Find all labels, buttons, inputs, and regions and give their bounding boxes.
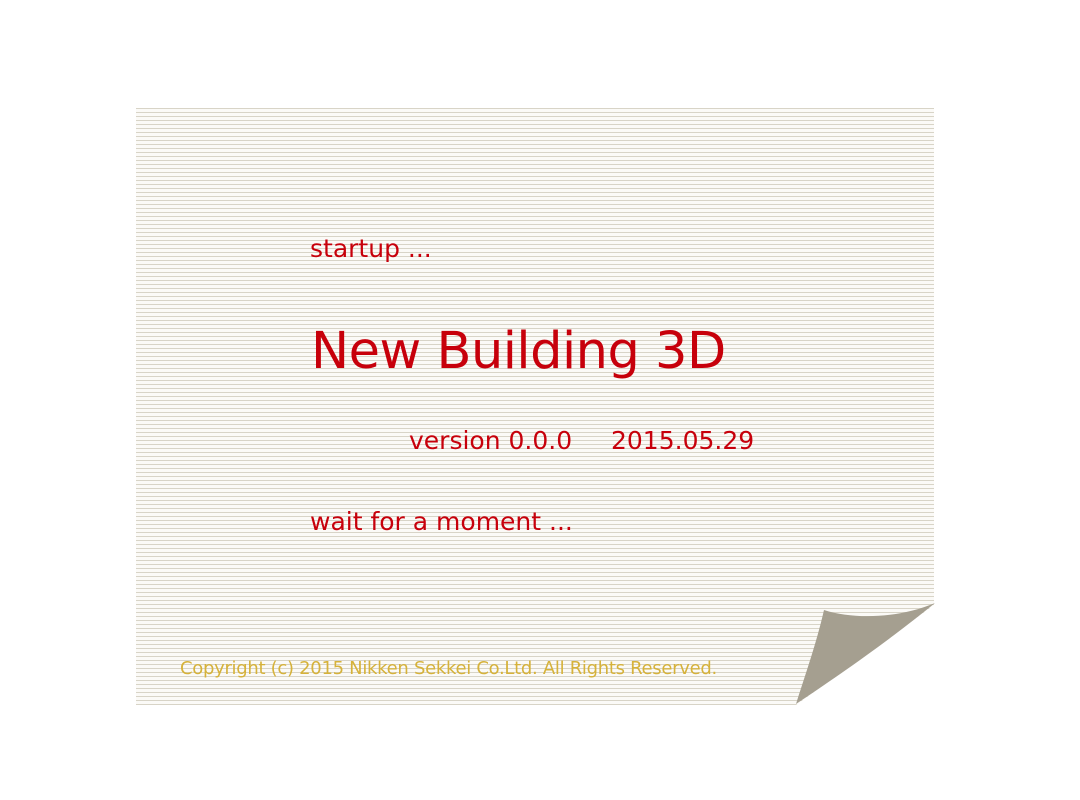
- page-curl-icon: [796, 603, 935, 704]
- version-label: version 0.0.0: [409, 426, 573, 455]
- startup-label: startup ...: [310, 234, 432, 263]
- copyright-notice: Copyright (c) 2015 Nikken Sekkei Co.Ltd.…: [180, 658, 717, 679]
- status-message: wait for a moment ...: [310, 507, 573, 536]
- release-date: 2015.05.29: [611, 426, 755, 455]
- app-title: New Building 3D: [311, 322, 726, 381]
